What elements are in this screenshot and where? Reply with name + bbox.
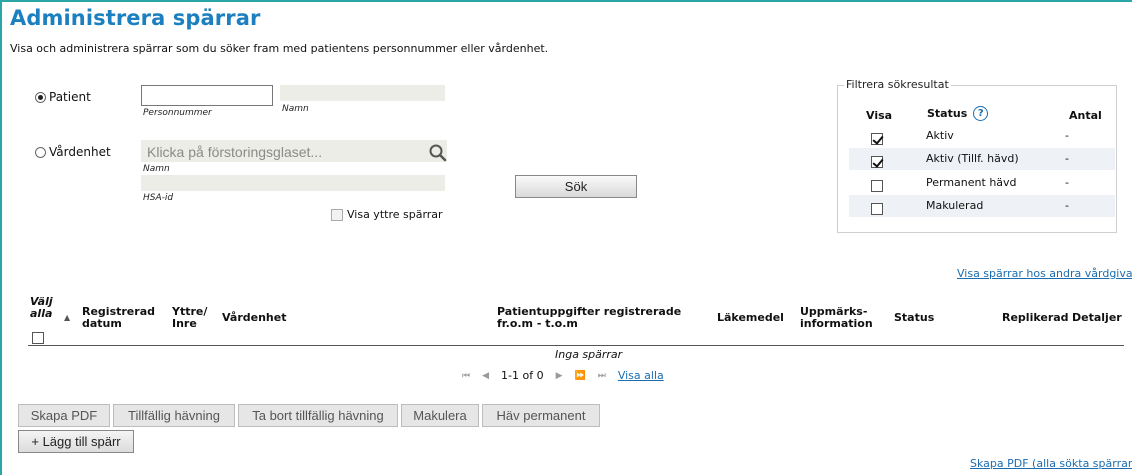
- filter-status-label: Aktiv: [926, 129, 954, 142]
- filter-header-visa: Visa: [866, 109, 893, 122]
- col-replikerad[interactable]: Replikerad: [1002, 312, 1069, 324]
- hav-permanent-button[interactable]: Häv permanent: [482, 404, 600, 427]
- patient-name-caption: Namn: [282, 104, 309, 114]
- prev-page-icon[interactable]: ◀: [482, 371, 489, 381]
- col-registrerad[interactable]: Registrerad datum: [82, 306, 155, 330]
- filter-legend: Filtrera sökresultat: [844, 78, 951, 91]
- personnummer-input[interactable]: [141, 85, 273, 106]
- next-page-icon[interactable]: ▶: [556, 371, 563, 381]
- valj-alla-header: Välj alla: [30, 295, 53, 320]
- filter-checkbox-aktiv[interactable]: [871, 133, 883, 145]
- forward-pages-icon[interactable]: ⏩: [575, 371, 586, 381]
- sok-button[interactable]: Sök: [515, 175, 637, 198]
- pager: ⏮ ◀ 1-1 of 0 ▶ ⏩ ⏭ Visa alla: [462, 369, 664, 382]
- vardenhet-radio-group[interactable]: Vårdenhet: [35, 145, 111, 159]
- filter-count: -: [1065, 129, 1069, 142]
- filter-count: -: [1065, 199, 1069, 212]
- vardenhet-radio-label: Vårdenhet: [49, 145, 111, 159]
- col-vardenhet[interactable]: Vårdenhet: [222, 312, 286, 324]
- visa-yttre-checkbox[interactable]: [331, 208, 343, 221]
- pdf-all-link[interactable]: Skapa PDF (alla sökta spärrar: [970, 457, 1132, 470]
- patient-radio[interactable]: [35, 91, 46, 103]
- col-detaljer[interactable]: Detaljer: [1072, 312, 1122, 324]
- filter-status-label: Makulerad: [926, 199, 984, 212]
- select-all-checkbox[interactable]: [32, 332, 44, 344]
- table-header-divider: [28, 345, 1124, 346]
- patient-radio-group[interactable]: Patient: [35, 90, 91, 104]
- filter-count: -: [1065, 152, 1069, 165]
- hsa-id-field: [141, 175, 445, 191]
- col-yttre-inre[interactable]: Yttre/ Inre: [172, 306, 212, 330]
- patient-name-field: [280, 85, 445, 101]
- empty-message: Inga spärrar: [555, 348, 623, 361]
- page-title: Administrera spärrar: [10, 6, 261, 30]
- filter-row: Aktiv -: [849, 126, 1115, 146]
- visa-yttre-group[interactable]: Visa yttre spärrar: [331, 208, 443, 221]
- sort-asc-icon[interactable]: ▲: [64, 313, 70, 322]
- filter-header-antal: Antal: [1069, 109, 1102, 122]
- vardenhet-input[interactable]: Klicka på förstoringsglaset...: [141, 140, 447, 162]
- filter-header-status-group: Status ?: [927, 106, 989, 121]
- add-spar-button[interactable]: + Lägg till spärr: [18, 430, 134, 453]
- makulera-button[interactable]: Makulera: [401, 404, 479, 427]
- visa-alla-link[interactable]: Visa alla: [618, 369, 664, 382]
- pager-range: 1-1 of 0: [501, 369, 544, 382]
- ta-bort-tillfallig-button[interactable]: Ta bort tillfällig hävning: [238, 404, 398, 427]
- patient-radio-label: Patient: [49, 90, 91, 104]
- filter-checkbox-makulerad[interactable]: [871, 203, 883, 215]
- filter-row: Makulerad -: [849, 195, 1115, 217]
- vardenhet-name-caption: Namn: [143, 164, 170, 174]
- filter-row: Aktiv (Tillf. hävd) -: [849, 148, 1115, 170]
- other-caregivers-link[interactable]: Visa spärrar hos andra vårdgivare: [957, 267, 1132, 280]
- personnummer-caption: Personnummer: [143, 108, 212, 118]
- search-icon[interactable]: [428, 143, 448, 163]
- visa-yttre-label: Visa yttre spärrar: [347, 208, 443, 221]
- filter-status-label: Aktiv (Tillf. hävd): [926, 152, 1019, 165]
- page-subtitle: Visa och administrera spärrar som du sök…: [10, 42, 549, 55]
- filter-row: Permanent hävd -: [849, 173, 1115, 193]
- col-uppmarks[interactable]: Uppmärks- information: [800, 306, 875, 330]
- col-lakemedel[interactable]: Läkemedel: [717, 312, 784, 324]
- filter-header-status: Status: [927, 107, 968, 120]
- col-status[interactable]: Status: [894, 312, 934, 324]
- vardenhet-radio[interactable]: [35, 146, 46, 158]
- last-page-icon[interactable]: ⏭: [598, 371, 606, 381]
- help-icon[interactable]: ?: [973, 106, 989, 121]
- filter-status-label: Permanent hävd: [926, 176, 1017, 189]
- filter-checkbox-aktiv-tillf[interactable]: [871, 156, 883, 168]
- filter-checkbox-permanent[interactable]: [871, 180, 883, 192]
- filter-count: -: [1065, 176, 1069, 189]
- tillfallig-havning-button[interactable]: Tillfällig hävning: [113, 404, 235, 427]
- col-patientuppgifter[interactable]: Patientuppgifter registrerade fr.o.m - t…: [497, 306, 697, 330]
- hsa-id-caption: HSA-id: [143, 193, 174, 203]
- first-page-icon[interactable]: ⏮: [462, 371, 470, 381]
- skapa-pdf-button[interactable]: Skapa PDF: [18, 404, 110, 427]
